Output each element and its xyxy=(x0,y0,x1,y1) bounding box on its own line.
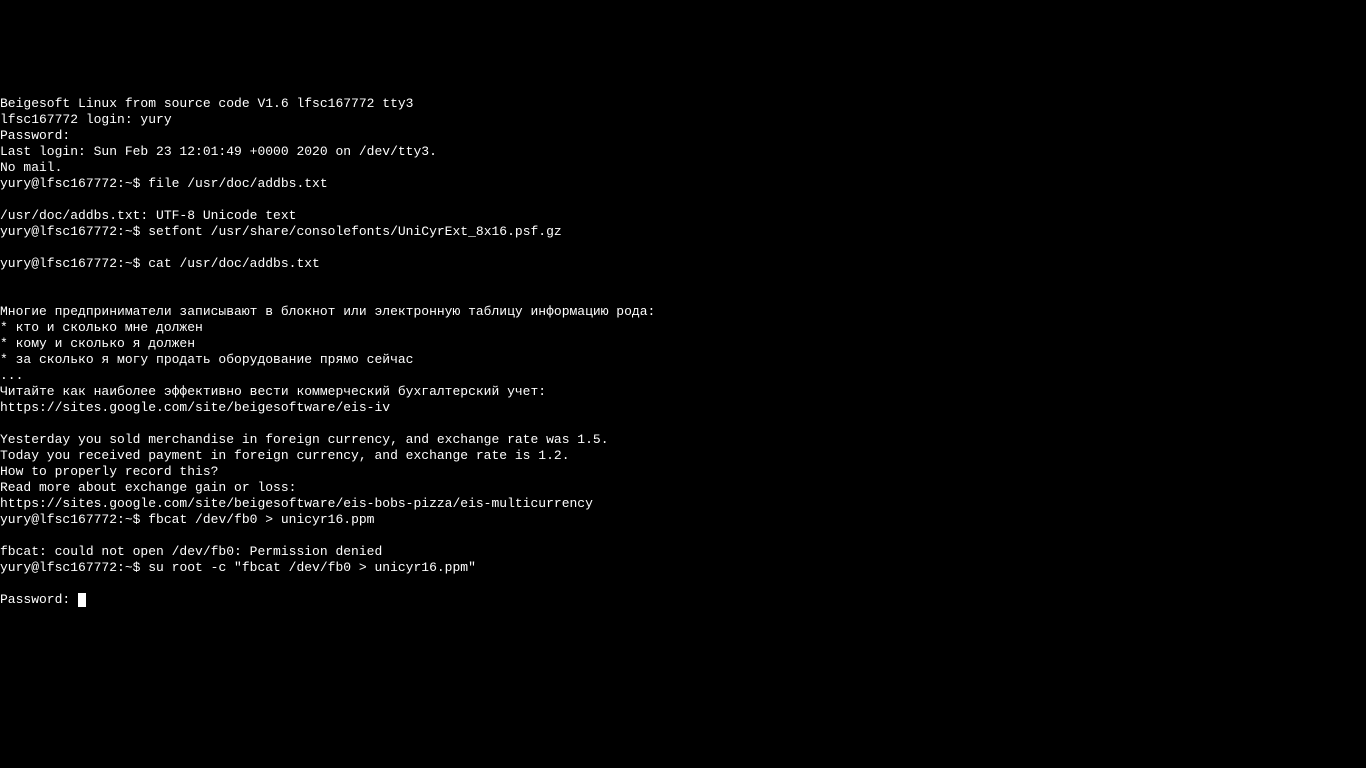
shell-prompt: yury@lfsc167772:~$ xyxy=(0,224,148,239)
cat-output-line: * кто и сколько мне должен xyxy=(0,320,203,335)
terminal-screen[interactable]: Beigesoft Linux from source code V1.6 lf… xyxy=(0,80,1366,624)
login-prompt-line: lfsc167772 login: yury xyxy=(0,112,172,127)
no-mail-line: No mail. xyxy=(0,160,62,175)
command-line-4: yury@lfsc167772:~$ fbcat /dev/fb0 > unic… xyxy=(0,512,1366,528)
command-line-3: yury@lfsc167772:~$ cat /usr/doc/addbs.tx… xyxy=(0,256,1366,272)
cat-output-line: Today you received payment in foreign cu… xyxy=(0,448,570,463)
shell-prompt: yury@lfsc167772:~$ xyxy=(0,512,148,527)
last-login-line: Last login: Sun Feb 23 12:01:49 +0000 20… xyxy=(0,144,437,159)
command-text: cat /usr/doc/addbs.txt xyxy=(148,256,320,271)
cat-output-line: Read more about exchange gain or loss: xyxy=(0,480,296,495)
command-line-2: yury@lfsc167772:~$ setfont /usr/share/co… xyxy=(0,224,1366,240)
cat-output-url: https://sites.google.com/site/beigesoftw… xyxy=(0,400,390,415)
error-line: fbcat: could not open /dev/fb0: Permissi… xyxy=(0,544,382,559)
shell-prompt: yury@lfsc167772:~$ xyxy=(0,256,148,271)
cat-output-line: Yesterday you sold merchandise in foreig… xyxy=(0,432,609,447)
shell-prompt: yury@lfsc167772:~$ xyxy=(0,176,148,191)
cat-output-line: * за сколько я могу продать оборудование… xyxy=(0,352,413,367)
shell-prompt: yury@lfsc167772:~$ xyxy=(0,560,148,575)
cat-output-line: * кому и сколько я должен xyxy=(0,336,195,351)
cat-output-line: ... xyxy=(0,368,23,383)
banner-line: Beigesoft Linux from source code V1.6 lf… xyxy=(0,96,413,111)
cat-output-url: https://sites.google.com/site/beigesoftw… xyxy=(0,496,593,511)
password-prompt-line: Password: xyxy=(0,128,70,143)
command-text: setfont /usr/share/consolefonts/UniCyrEx… xyxy=(148,224,561,239)
output-line-file: /usr/doc/addbs.txt: UTF-8 Unicode text xyxy=(0,208,296,223)
password-input-line[interactable]: Password: xyxy=(0,592,1366,608)
command-line-5: yury@lfsc167772:~$ su root -c "fbcat /de… xyxy=(0,560,1366,576)
cat-output-line: Читайте как наиболее эффективно вести ко… xyxy=(0,384,546,399)
command-text: su root -c "fbcat /dev/fb0 > unicyr16.pp… xyxy=(148,560,476,575)
command-text: file /usr/doc/addbs.txt xyxy=(148,176,327,191)
cat-output-line: Многие предприниматели записывают в блок… xyxy=(0,304,655,319)
command-line-1: yury@lfsc167772:~$ file /usr/doc/addbs.t… xyxy=(0,176,1366,192)
cat-output-line: How to properly record this? xyxy=(0,464,218,479)
command-text: fbcat /dev/fb0 > unicyr16.ppm xyxy=(148,512,374,527)
text-cursor xyxy=(78,593,86,607)
password-prompt: Password: xyxy=(0,592,78,607)
